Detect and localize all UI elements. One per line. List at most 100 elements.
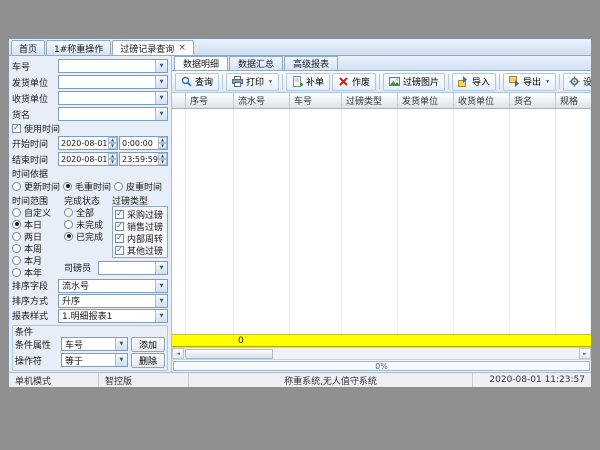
radio-finished[interactable]: 已完成 xyxy=(64,230,112,242)
end-date-field[interactable]: 2020-08-01 xyxy=(58,152,118,166)
scroll-left-icon[interactable] xyxy=(172,348,184,359)
column-header-vehicle[interactable]: 车号 xyxy=(290,93,342,108)
spin-down-icon[interactable] xyxy=(158,143,167,149)
tab-home[interactable]: 首页 xyxy=(11,40,45,55)
option-label: 本周 xyxy=(24,242,42,254)
checkbox-other-weigh[interactable]: 其他过磅 xyxy=(115,244,165,256)
supplement-order-button[interactable]: 补单 xyxy=(286,73,330,91)
radio-this-week[interactable]: 本周 xyxy=(12,242,64,254)
end-time-row: 结束时间 2020-08-01 23:59:59 xyxy=(12,151,168,167)
spinner[interactable] xyxy=(158,153,167,165)
delete-condition-button[interactable]: 删除 xyxy=(131,353,165,368)
radio-unfinished[interactable]: 未完成 xyxy=(64,218,112,230)
button-label: 打印 xyxy=(246,75,264,88)
tab-label: 过磅记录查询 xyxy=(120,42,174,55)
option-label: 其他过磅 xyxy=(127,244,163,256)
spin-down-icon[interactable] xyxy=(108,143,117,149)
close-icon[interactable] xyxy=(178,44,186,53)
start-date-field[interactable]: 2020-08-01 xyxy=(58,136,118,150)
use-time-row[interactable]: 使用时间 xyxy=(12,122,168,135)
spin-down-icon[interactable] xyxy=(108,159,117,165)
checkbox-internal-transfer[interactable]: 内部周转 xyxy=(115,232,165,244)
data-tab-strip: 数据明细 数据汇总 高级报表 xyxy=(172,56,591,71)
start-clock-field[interactable]: 0:00:00 xyxy=(119,136,168,150)
option-label: 毛重时间 xyxy=(75,180,111,192)
sort-order-combobox[interactable]: 升序 xyxy=(58,294,168,308)
checkbox-sales-weigh[interactable]: 销售过磅 xyxy=(115,220,165,232)
radio-update-time[interactable]: 更新时间 xyxy=(12,180,60,192)
radio-tare-time[interactable]: 皮重时间 xyxy=(114,180,162,192)
export-button[interactable]: 导出 xyxy=(503,73,556,91)
condition-op-combobox[interactable]: 等于 xyxy=(61,353,128,367)
goods-combobox[interactable] xyxy=(58,107,168,121)
scroll-right-icon[interactable] xyxy=(579,348,591,359)
receiver-label: 收货单位 xyxy=(12,92,58,105)
checkbox-purchase-weigh[interactable]: 采购过磅 xyxy=(115,208,165,220)
radio-icon xyxy=(64,220,73,229)
app-body: 车号 发货单位 收货单位 货名 使用时间 xyxy=(9,56,591,372)
tab-advanced-report[interactable]: 高级报表 xyxy=(284,56,338,70)
row-indicator-column xyxy=(172,93,186,108)
column-header-shipper[interactable]: 发货单位 xyxy=(398,93,454,108)
spin-down-icon[interactable] xyxy=(158,159,167,165)
grid-column-line xyxy=(234,109,290,334)
horizontal-scrollbar[interactable] xyxy=(172,347,591,359)
checkbox-icon xyxy=(115,210,124,219)
report-style-combobox[interactable]: 1.明细报表1 xyxy=(58,309,168,323)
shipper-combobox[interactable] xyxy=(58,75,168,89)
option-label: 未完成 xyxy=(76,218,103,230)
tab-data-detail[interactable]: 数据明细 xyxy=(174,56,228,70)
radio-today[interactable]: 本日 xyxy=(12,218,64,230)
column-header-serial[interactable]: 流水号 xyxy=(234,93,290,108)
radio-this-month[interactable]: 本月 xyxy=(12,254,64,266)
column-header-spec[interactable]: 规格 xyxy=(556,93,591,108)
button-label: 过磅图片 xyxy=(403,75,439,88)
radio-icon xyxy=(12,244,21,253)
radio-gross-time[interactable]: 毛重时间 xyxy=(63,180,111,192)
column-header-goods[interactable]: 货名 xyxy=(510,93,556,108)
weigh-photo-button[interactable]: 过磅图片 xyxy=(383,73,445,91)
spinner[interactable] xyxy=(158,137,167,149)
radio-icon xyxy=(114,182,123,191)
spinner[interactable] xyxy=(108,137,117,149)
scrollbar-track[interactable] xyxy=(274,348,579,359)
end-clock-field[interactable]: 23:59:59 xyxy=(119,152,168,166)
sort-field-combobox[interactable]: 流水号 xyxy=(58,279,168,293)
spinner[interactable] xyxy=(108,153,117,165)
radio-two-days[interactable]: 两日 xyxy=(12,230,64,242)
option-label: 已完成 xyxy=(76,230,103,242)
scrollbar-thumb[interactable] xyxy=(185,349,273,359)
query-button[interactable]: 查询 xyxy=(175,73,219,91)
print-button[interactable]: 打印 xyxy=(226,73,279,91)
grid-column-line xyxy=(510,109,556,334)
date-value: 2020-08-01 xyxy=(61,139,108,148)
combo-value: 等于 xyxy=(65,354,83,367)
import-button[interactable]: 导入 xyxy=(452,73,496,91)
tab-weigh-operation[interactable]: 1#称重操作 xyxy=(46,40,111,55)
settings-button[interactable]: 设置 xyxy=(563,73,592,91)
progress-bar: 0% xyxy=(173,361,590,371)
filter-row-receiver: 收货单位 xyxy=(12,90,168,106)
search-icon xyxy=(181,76,192,87)
column-header-index[interactable]: 序号 xyxy=(186,93,234,108)
add-condition-button[interactable]: 添加 xyxy=(131,337,165,352)
radio-custom[interactable]: 自定义 xyxy=(12,206,64,218)
radio-all[interactable]: 全部 xyxy=(64,206,112,218)
button-label: 设置 xyxy=(583,75,592,88)
radio-this-year[interactable]: 本年 xyxy=(12,266,64,278)
column-header-receiver[interactable]: 收货单位 xyxy=(454,93,510,108)
vehicle-combobox[interactable] xyxy=(58,59,168,73)
tab-weigh-record-query[interactable]: 过磅记录查询 xyxy=(112,40,194,55)
condition-attr-combobox[interactable]: 车号 xyxy=(61,337,128,351)
query-sidebar: 车号 发货单位 收货单位 货名 使用时间 xyxy=(9,56,172,372)
use-time-label: 使用时间 xyxy=(24,122,60,135)
operator-combobox[interactable] xyxy=(98,261,168,275)
void-button[interactable]: 作废 xyxy=(332,73,376,91)
toolbar-separator xyxy=(448,74,449,89)
option-label: 销售过磅 xyxy=(127,220,163,232)
column-header-weigh-type[interactable]: 过磅类型 xyxy=(342,93,398,108)
tab-data-summary[interactable]: 数据汇总 xyxy=(229,56,283,70)
time-range-label: 时间范围 xyxy=(12,194,64,206)
receiver-combobox[interactable] xyxy=(58,91,168,105)
summary-count: 0 xyxy=(234,336,290,346)
